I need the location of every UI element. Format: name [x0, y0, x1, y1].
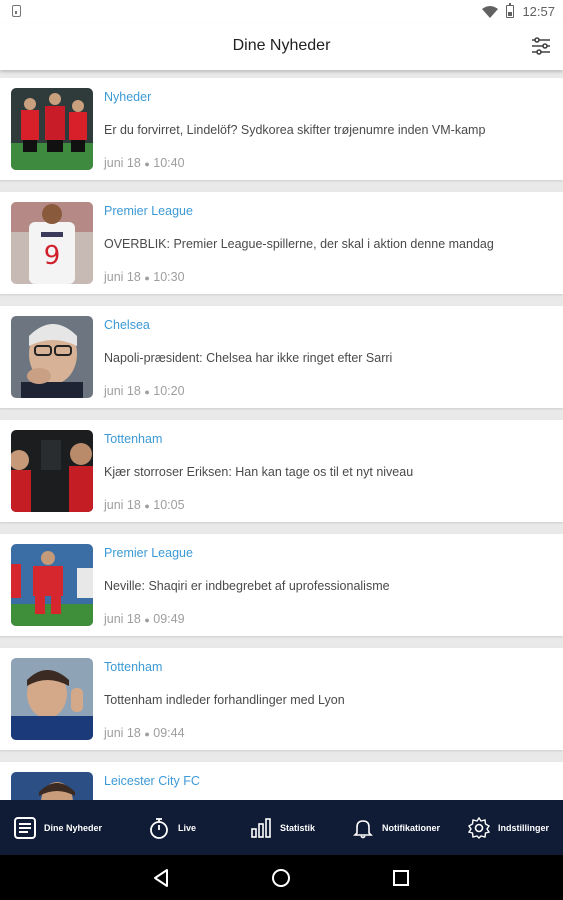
news-card[interactable]: Tottenham Kjær storroser Eriksen: Han ka… [0, 420, 563, 522]
article-time: 10:05 [153, 498, 185, 512]
recents-icon[interactable] [390, 867, 412, 889]
article-date: juni 18 [104, 498, 141, 512]
system-navigation-bar [0, 855, 563, 900]
svg-text:9: 9 [44, 241, 61, 271]
article-meta: juni 18 ● 10:20 [104, 384, 185, 398]
article-category: Premier League [104, 546, 193, 560]
app-bar: Dine Nyheder [0, 24, 563, 70]
back-icon[interactable] [150, 867, 172, 889]
meta-separator: ● [144, 159, 150, 169]
home-icon[interactable] [270, 867, 292, 889]
meta-separator: ● [144, 273, 150, 283]
page-title: Dine Nyheder [232, 37, 331, 54]
article-headline[interactable]: Er du forvirret, Lindelöf? Sydkorea skif… [104, 123, 485, 137]
article-date: juni 18 [104, 384, 141, 398]
status-time: 12:57 [522, 4, 555, 19]
article-category: Tottenham [104, 432, 163, 446]
bell-icon [353, 819, 373, 838]
article-time: 10:30 [153, 270, 185, 284]
article-date: juni 18 [104, 726, 141, 740]
wifi-icon [482, 5, 499, 18]
nav-label: Indstillinger [498, 822, 550, 833]
sim-card-icon [12, 5, 21, 17]
article-time: 09:49 [153, 612, 185, 626]
meta-separator: ● [144, 729, 150, 739]
article-category: Leicester City FC [104, 774, 200, 788]
filter-settings-icon[interactable] [531, 36, 551, 56]
article-meta: juni 18 ● 10:05 [104, 498, 185, 512]
meta-separator: ● [144, 615, 150, 625]
meta-separator: ● [144, 501, 150, 511]
article-date: juni 18 [104, 156, 141, 170]
article-meta: juni 18 ● 10:40 [104, 156, 185, 170]
article-headline[interactable]: Neville: Shaqiri er indbegrebet af uprof… [104, 579, 390, 593]
article-date: juni 18 [104, 612, 141, 626]
news-card[interactable]: Leicester City FC [0, 762, 563, 800]
article-thumbnail[interactable] [11, 88, 93, 170]
news-card[interactable]: Tottenham Tottenham indleder forhandling… [0, 648, 563, 750]
nav-indstillinger[interactable]: Indstillinger [468, 800, 549, 855]
bottom-navigation: Dine Nyheder Live Statistik Notifikation… [0, 800, 563, 855]
nav-label: Dine Nyheder [44, 822, 103, 833]
nav-live[interactable]: Live [148, 800, 196, 855]
news-card[interactable]: Premier League Neville: Shaqiri er indbe… [0, 534, 563, 636]
article-headline[interactable]: OVERBLIK: Premier League-spillerne, der … [104, 237, 494, 251]
nav-label: Notifikationer [382, 822, 441, 833]
article-thumbnail[interactable] [11, 658, 93, 740]
news-list[interactable]: Nyheder Er du forvirret, Lindelöf? Sydko… [0, 78, 563, 800]
article-time: 10:20 [153, 384, 185, 398]
article-date: juni 18 [104, 270, 141, 284]
article-time: 09:44 [153, 726, 185, 740]
nav-statistik[interactable]: Statistik [250, 800, 315, 855]
nav-notifikationer[interactable]: Notifikationer [352, 800, 440, 855]
article-category: Premier League [104, 204, 193, 218]
article-thumbnail[interactable] [11, 772, 93, 800]
article-thumbnail[interactable] [11, 544, 93, 626]
news-card[interactable]: Nyheder Er du forvirret, Lindelöf? Sydko… [0, 78, 563, 180]
news-card[interactable]: 9 Premier League OVERBLIK: Premier Leagu… [0, 192, 563, 294]
news-icon [14, 816, 36, 839]
article-category: Nyheder [104, 90, 152, 104]
article-thumbnail[interactable]: 9 [11, 202, 93, 284]
article-meta: juni 18 ● 09:44 [104, 726, 185, 740]
article-category: Chelsea [104, 318, 150, 332]
status-bar: 12:57 [0, 0, 563, 24]
bar-chart-icon [251, 817, 271, 838]
article-thumbnail[interactable] [11, 316, 93, 398]
article-time: 10:40 [153, 156, 185, 170]
meta-separator: ● [144, 387, 150, 397]
article-meta: juni 18 ● 09:49 [104, 612, 185, 626]
nav-label: Live [178, 822, 197, 833]
stopwatch-icon [150, 817, 168, 839]
article-headline[interactable]: Kjær storroser Eriksen: Han kan tage os … [104, 465, 413, 479]
article-meta: juni 18 ● 10:30 [104, 270, 185, 284]
article-headline[interactable]: Tottenham indleder forhandlinger med Lyo… [104, 693, 345, 707]
news-card[interactable]: Chelsea Napoli-præsident: Chelsea har ik… [0, 306, 563, 408]
battery-icon [506, 3, 515, 18]
gear-icon [468, 816, 490, 839]
article-category: Tottenham [104, 660, 163, 674]
article-headline[interactable]: Napoli-præsident: Chelsea har ikke ringe… [104, 351, 392, 365]
nav-label: Statistik [280, 822, 316, 833]
article-thumbnail[interactable] [11, 430, 93, 512]
nav-dine-nyheder[interactable]: Dine Nyheder [14, 800, 102, 855]
